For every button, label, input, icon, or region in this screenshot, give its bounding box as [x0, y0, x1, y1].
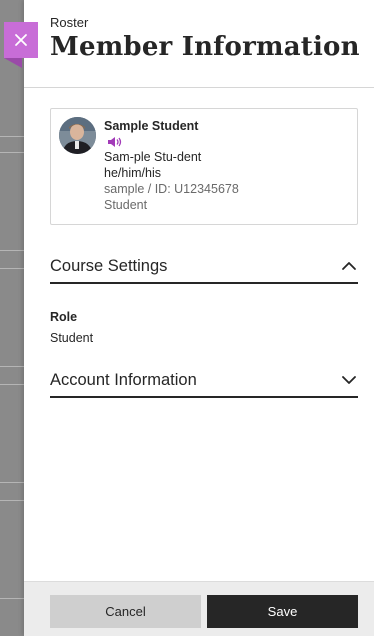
account-information-title: Account Information [50, 370, 197, 389]
avatar [59, 117, 96, 154]
page-title: Member Information [50, 32, 360, 62]
cancel-button[interactable]: Cancel [50, 595, 201, 628]
member-details: Sample Student Sam-ple Stu-dent he/him/h… [104, 118, 239, 213]
audio-speaker-icon[interactable] [107, 136, 123, 148]
breadcrumb: Roster [50, 15, 89, 30]
page-backdrop [0, 0, 24, 636]
backdrop-divider [0, 598, 24, 599]
member-username-id: sample / ID: U12345678 [104, 182, 239, 196]
member-pronouns: he/him/his [104, 166, 161, 180]
member-card: Sample Student Sam-ple Stu-dent he/him/h… [50, 108, 358, 225]
backdrop-divider [0, 482, 24, 483]
account-information-toggle[interactable]: Account Information [50, 364, 358, 398]
course-settings-toggle[interactable]: Course Settings [50, 250, 358, 284]
backdrop-divider [0, 152, 24, 153]
backdrop-divider [0, 250, 24, 251]
close-icon [15, 34, 27, 46]
member-pronunciation: Sam-ple Stu-dent [104, 150, 202, 164]
panel-header: Roster Member Information [24, 0, 374, 88]
backdrop-divider [0, 384, 24, 385]
backdrop-divider [0, 268, 24, 269]
course-settings-title: Course Settings [50, 256, 168, 275]
member-information-panel: Roster Member Information Sample Student… [24, 0, 374, 636]
chevron-up-icon [342, 262, 356, 270]
role-label: Role [50, 310, 78, 324]
backdrop-divider [0, 366, 24, 367]
member-role: Student [104, 198, 148, 212]
close-button-fold [4, 58, 22, 68]
backdrop-divider [0, 500, 24, 501]
member-name: Sample Student [104, 119, 199, 133]
close-panel-button[interactable] [4, 22, 38, 68]
backdrop-divider [0, 136, 24, 137]
save-button[interactable]: Save [207, 595, 358, 628]
role-value: Student [50, 331, 94, 345]
panel-footer: Cancel Save [24, 581, 374, 636]
avatar-image [59, 117, 96, 154]
chevron-down-icon [342, 376, 356, 384]
